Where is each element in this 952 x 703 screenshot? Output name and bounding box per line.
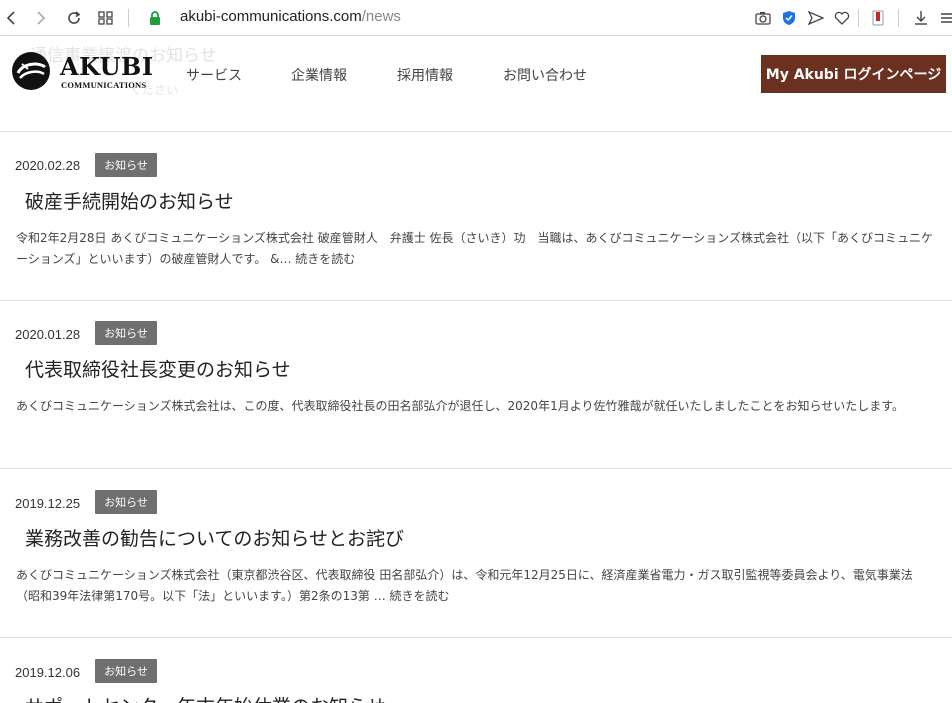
forward-icon[interactable] <box>31 8 51 28</box>
reload-icon[interactable] <box>64 8 84 28</box>
nav-contact[interactable]: お問い合わせ <box>503 65 587 85</box>
url-domain: akubi-communications.com <box>180 8 362 25</box>
news-date: 2019.12.25 <box>15 496 81 511</box>
url-path: /news <box>361 8 401 25</box>
nav-company[interactable]: 企業情報 <box>291 65 347 85</box>
logo[interactable]: AKUBI COMMUNICATIONS <box>11 51 161 95</box>
news-divider <box>0 300 952 301</box>
toolbar-separator <box>128 9 129 27</box>
news-divider <box>0 468 952 469</box>
toolbar-separator <box>858 9 859 27</box>
toolbar-separator <box>898 9 899 27</box>
news-title[interactable]: サポートセンター年末年始休業のお知らせ <box>25 692 386 703</box>
menu-icon[interactable] <box>938 8 952 28</box>
site-header: 通信事業譲渡のお知らせ ください AKUBI COMMUNICATIONS サー… <box>0 37 952 132</box>
heart-icon[interactable] <box>832 8 852 28</box>
logo-mark-icon <box>11 51 51 91</box>
logo-subtitle: COMMUNICATIONS <box>61 80 147 90</box>
news-divider <box>0 637 952 638</box>
news-date: 2020.02.28 <box>15 158 81 173</box>
news-category-badge: お知らせ <box>95 659 157 683</box>
extension-icon[interactable] <box>868 8 888 28</box>
news-excerpt: 令和2年2月28日 あくびコミュニケーションズ株式会社 破産管財人 弁護士 佐長… <box>16 231 934 266</box>
camera-icon[interactable] <box>753 8 773 28</box>
nav-recruit[interactable]: 採用情報 <box>397 65 453 85</box>
browser-toolbar: akubi-communications.com/news <box>0 0 952 36</box>
news-category-badge: お知らせ <box>95 321 157 345</box>
tabs-grid-icon[interactable] <box>96 8 116 28</box>
nav-services[interactable]: サービス <box>186 65 242 85</box>
address-bar[interactable]: akubi-communications.com/news <box>180 8 401 25</box>
news-title[interactable]: 代表取締役社長変更のお知らせ <box>25 355 291 382</box>
news-category-badge: お知らせ <box>95 490 157 514</box>
download-icon[interactable] <box>911 8 931 28</box>
news-title[interactable]: 業務改善の勧告についてのお知らせとお詫び <box>25 524 404 551</box>
back-icon[interactable] <box>1 8 21 28</box>
send-icon[interactable] <box>806 8 826 28</box>
news-date: 2020.01.28 <box>15 327 81 342</box>
news-excerpt: あくびコミュニケーションズ株式会社は、この度、代表取締役社長の田名部弘介が退任し… <box>16 399 905 413</box>
lock-icon <box>149 10 161 25</box>
news-date: 2019.12.06 <box>15 665 81 680</box>
shield-icon[interactable] <box>779 8 799 28</box>
news-category-badge: お知らせ <box>95 153 157 177</box>
logo-name: AKUBI <box>60 52 154 81</box>
news-excerpt: あくびコミュニケーションズ株式会社（東京都渋谷区、代表取締役 田名部弘介）は、令… <box>16 568 913 603</box>
news-title[interactable]: 破産手続開始のお知らせ <box>25 187 234 214</box>
login-button[interactable]: My Akubi ログインページ <box>761 55 946 93</box>
